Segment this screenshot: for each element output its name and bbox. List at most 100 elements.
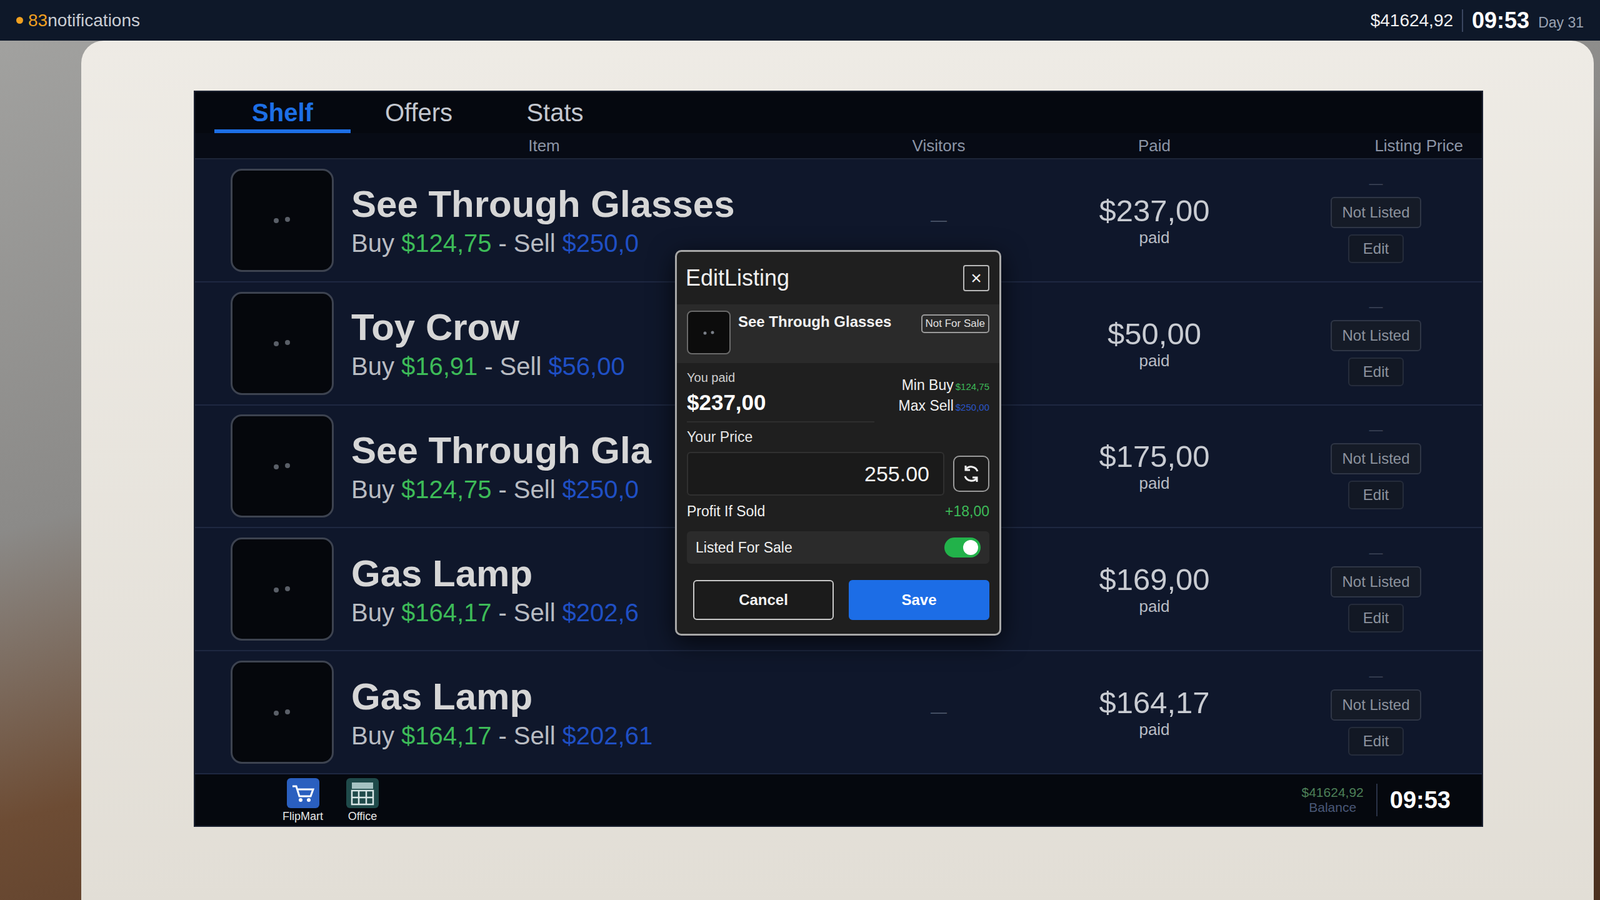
- sell-price: $202,6: [562, 598, 639, 627]
- office-app[interactable]: Office: [345, 777, 380, 824]
- clock: 09:53: [1471, 7, 1530, 34]
- table-row[interactable]: Gas LampBuy$164,17-Sell$202,61 — $164,17pa…: [195, 651, 1482, 775]
- price-input[interactable]: [686, 451, 945, 496]
- item-name: See Through Glasses: [738, 310, 914, 331]
- separator: -: [498, 229, 507, 258]
- icon-cell: [230, 291, 352, 395]
- tab[interactable]: Offers: [350, 91, 487, 134]
- item-thumbnail-icon: [230, 537, 334, 641]
- status-button[interactable]: Not Listed: [1330, 443, 1421, 475]
- visitors: —: [930, 702, 947, 722]
- column-header: Item: [230, 136, 858, 156]
- min-buy-value: $124,75: [955, 381, 990, 392]
- buy-label: Buy: [351, 229, 395, 258]
- profit-label: Profit If Sold: [686, 503, 765, 520]
- paid-amount: $175,00: [1098, 438, 1210, 474]
- edit-button[interactable]: Edit: [1348, 603, 1404, 633]
- max-sell-label: Max Sell: [898, 397, 954, 415]
- status-button[interactable]: Not Listed: [1330, 320, 1421, 352]
- notification-dot: [16, 16, 24, 24]
- top-bar: 83notifications $41624,9209:53Day 31: [0, 0, 1600, 41]
- paid-info: You paid$237,00: [686, 370, 767, 415]
- paid-amount: $164,17: [1098, 685, 1210, 720]
- icon-cell: [230, 168, 352, 272]
- cancel-button[interactable]: Cancel: [693, 580, 834, 620]
- balance-label: Balance: [1308, 800, 1357, 815]
- icon-cell: [230, 537, 352, 641]
- notification-count: 83: [28, 10, 48, 31]
- sale-status-badge: Not For Sale: [921, 314, 990, 334]
- sell-label: Sell: [513, 475, 556, 504]
- desk-scene: Shelf Offers Stats ItemVisitorsPaidListing …: [0, 40, 1600, 900]
- taskbar-status: $41624,92Balance09:53: [1301, 783, 1451, 817]
- item-cell: Gas LampBuy$164,17-Sell$202,61: [351, 675, 858, 750]
- profit-row: Profit If Sold +18,00: [676, 495, 1000, 528]
- paid-amount: $169,00: [1098, 561, 1210, 597]
- app-launcher: FlipMart Office: [282, 777, 380, 824]
- listing-cell: — Not Listed Edit: [1288, 423, 1464, 510]
- listing-cell: —Not ListedEdit: [1288, 546, 1464, 633]
- profit-value: +18,00: [945, 503, 990, 520]
- edit-button[interactable]: Edit: [1348, 234, 1404, 264]
- edit-button[interactable]: Edit: [1348, 726, 1404, 756]
- buy-price: $16,91: [401, 352, 478, 381]
- item-thumbnail-icon: [686, 310, 731, 355]
- buy-label: Buy: [351, 352, 395, 381]
- listing-cell: — Not Listed Edit: [1288, 300, 1464, 387]
- toggle-knob: [963, 540, 979, 555]
- visitors-cell: —: [857, 210, 1020, 230]
- edit-button[interactable]: Edit: [1348, 357, 1404, 387]
- listed-label: Listed For Sale: [695, 539, 793, 557]
- separator: -: [484, 352, 493, 381]
- app-label: Office: [348, 810, 378, 824]
- listed-toggle[interactable]: [944, 537, 981, 558]
- item-thumbnail-icon: [230, 291, 334, 395]
- monitor-screen: Shelf Offers Stats ItemVisitorsPaidListing …: [193, 90, 1484, 827]
- column-header: Listing Price: [1288, 136, 1464, 156]
- flipmart-app[interactable]: FlipMart: [282, 777, 324, 824]
- separator: [1461, 9, 1464, 32]
- tab-label: Stats: [526, 98, 584, 127]
- listing-price: —: [1369, 176, 1384, 191]
- paid-cell: $175,00paid: [1020, 438, 1289, 494]
- tab[interactable]: Stats: [486, 91, 624, 134]
- min-buy-label: Min Buy: [901, 376, 954, 394]
- balance-amount: $41624,92: [1301, 785, 1364, 800]
- listing-cell: — Not Listed Edit: [1288, 176, 1464, 264]
- close-button[interactable]: ×: [963, 265, 990, 292]
- paid-label: paid: [1138, 596, 1170, 617]
- balance-widget: $41624,92Balance: [1301, 785, 1364, 815]
- status-area: $41624,9209:53Day 31: [1370, 7, 1584, 34]
- tab[interactable]: Shelf: [214, 91, 351, 134]
- paid-cell: $164,17paid: [1020, 685, 1289, 740]
- paid-label: paid: [1138, 228, 1170, 248]
- status-button[interactable]: Not Listed: [1330, 566, 1421, 598]
- min-buy: Min Buy$124,75: [901, 376, 990, 394]
- notification-label: notifications: [47, 10, 140, 31]
- edit-button[interactable]: Edit: [1348, 480, 1404, 510]
- sell-price: $202,61: [562, 721, 654, 750]
- paid-cell: $169,00paid: [1020, 561, 1289, 617]
- refresh-icon[interactable]: [953, 455, 990, 492]
- icon-cell: [230, 660, 352, 764]
- max-sell: Max Sell$250,00: [898, 397, 990, 415]
- status-button[interactable]: Not Listed: [1330, 689, 1421, 721]
- dialog-header: EditListing×: [676, 251, 1000, 305]
- monitor-frame: Shelf Offers Stats ItemVisitorsPaidListing …: [81, 40, 1594, 900]
- save-button[interactable]: Save: [848, 580, 990, 620]
- table-header: ItemVisitorsPaidListing Price: [195, 133, 1482, 160]
- notifications[interactable]: 83notifications: [16, 10, 140, 31]
- listing-price: —: [1369, 423, 1384, 437]
- tab-label: Offers: [385, 98, 453, 127]
- paid-amount: $237,00: [1098, 193, 1210, 229]
- buy-label: Buy: [351, 475, 395, 504]
- tab-label: Shelf: [251, 98, 314, 127]
- sell-price: $250,0: [562, 229, 639, 258]
- paid-cell: $237,00paid: [1020, 193, 1289, 248]
- paid-summary: You paid$237,00 Min Buy$124,75 Max Sell$25…: [676, 363, 1000, 422]
- buy-price: $164,17: [401, 598, 492, 627]
- dialog-buttons: Cancel Save: [676, 563, 1000, 620]
- app-label: FlipMart: [282, 810, 324, 824]
- status-button[interactable]: Not Listed: [1330, 196, 1421, 229]
- listing-price: —: [1369, 300, 1384, 314]
